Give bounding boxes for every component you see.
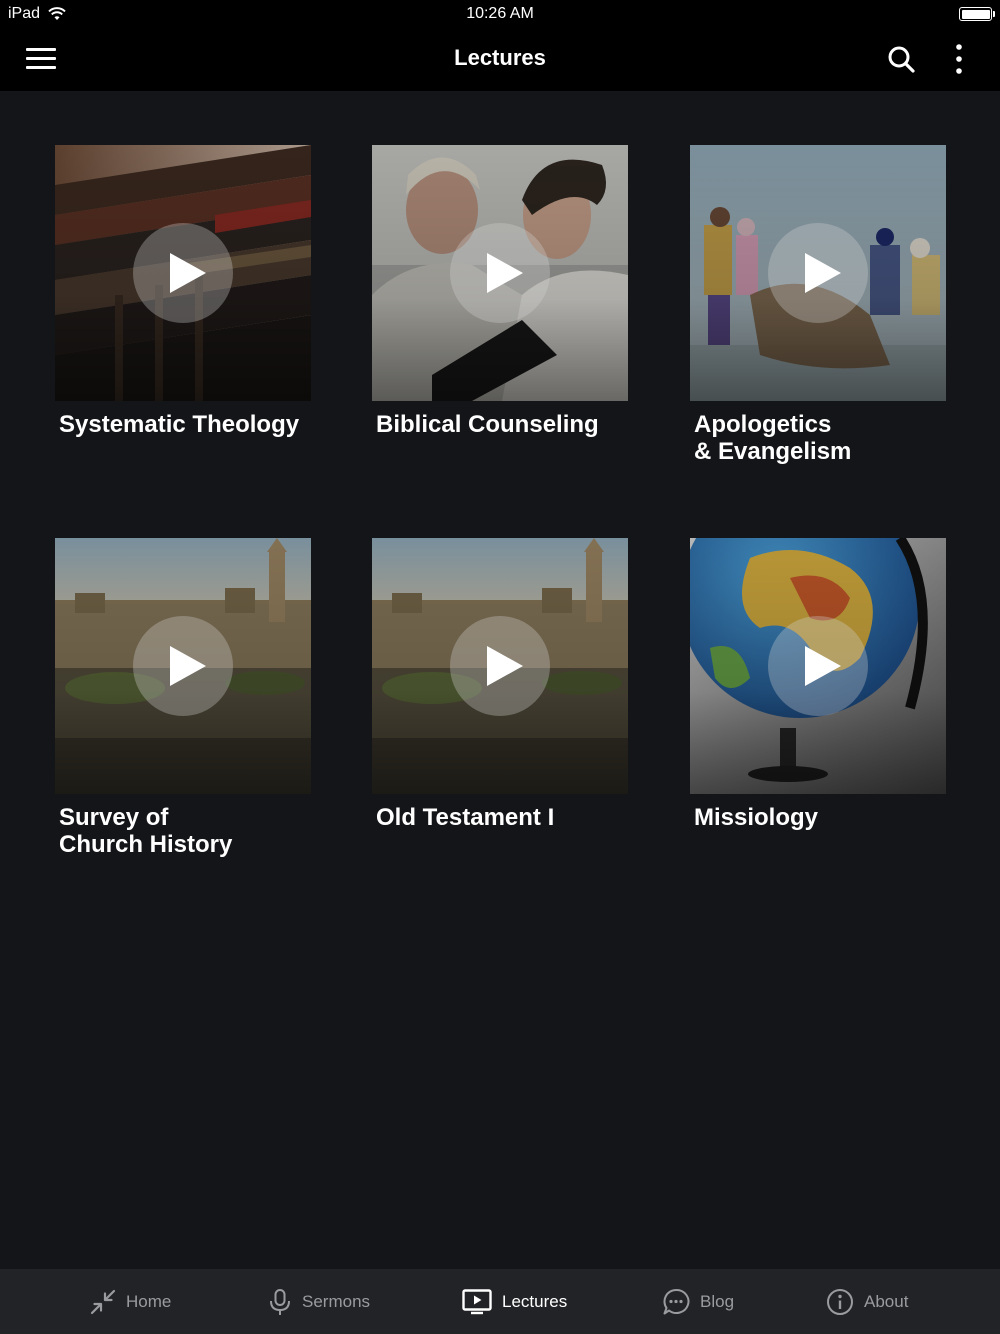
- tab-label: Blog: [700, 1291, 735, 1311]
- lecture-card-missiology[interactable]: Missiology: [690, 538, 946, 831]
- lecture-card-apologetics-evangelism[interactable]: Apologetics & Evangelism: [690, 145, 946, 465]
- play-icon: [487, 253, 523, 293]
- tab-label: Sermons: [302, 1291, 371, 1311]
- video-play-icon: [462, 1288, 492, 1314]
- lecture-thumbnail[interactable]: [372, 145, 628, 401]
- page-title: Lectures: [454, 45, 546, 70]
- tab-about[interactable]: About: [826, 1269, 908, 1334]
- status-time: 10:26 AM: [466, 5, 534, 22]
- play-button[interactable]: [450, 616, 550, 716]
- play-icon: [487, 646, 523, 686]
- lecture-title[interactable]: Biblical Counseling: [376, 411, 636, 438]
- lecture-card-systematic-theology[interactable]: Systematic Theology: [55, 145, 311, 438]
- play-icon: [170, 646, 206, 686]
- battery-icon: [959, 7, 995, 21]
- lecture-thumbnail[interactable]: [372, 538, 628, 794]
- info-circle-icon: [827, 1288, 853, 1315]
- play-icon: [805, 253, 841, 293]
- tab-label: About: [864, 1291, 909, 1311]
- lecture-card-biblical-counseling[interactable]: Biblical Counseling: [372, 145, 628, 438]
- microphone-icon: [270, 1288, 290, 1315]
- play-button[interactable]: [133, 616, 233, 716]
- lecture-thumbnail[interactable]: [690, 145, 946, 401]
- lecture-title[interactable]: Old Testament I: [376, 804, 636, 831]
- lecture-thumbnail[interactable]: [55, 538, 311, 794]
- lecture-card-church-history[interactable]: Survey of Church History: [55, 538, 311, 858]
- minimize-arrows-icon: [90, 1289, 116, 1314]
- lecture-title[interactable]: Missiology: [694, 804, 954, 831]
- play-button[interactable]: [768, 616, 868, 716]
- play-button[interactable]: [768, 223, 868, 323]
- play-icon: [170, 253, 206, 293]
- more-vertical-icon[interactable]: [948, 43, 970, 75]
- tab-sermons[interactable]: Sermons: [268, 1269, 370, 1334]
- lecture-title[interactable]: Systematic Theology: [59, 411, 319, 438]
- play-button[interactable]: [450, 223, 550, 323]
- app-bar: Lectures: [0, 28, 1000, 91]
- play-icon: [805, 646, 841, 686]
- lecture-card-old-testament[interactable]: Old Testament I: [372, 538, 628, 831]
- lecture-thumbnail[interactable]: [690, 538, 946, 794]
- tab-label: Lectures: [502, 1291, 568, 1311]
- status-bar: iPad 10:26 AM: [0, 0, 1000, 28]
- search-icon[interactable]: [886, 44, 916, 74]
- lecture-title[interactable]: Apologetics & Evangelism: [694, 411, 954, 465]
- tab-label: Home: [126, 1291, 172, 1311]
- tab-lectures[interactable]: Lectures: [462, 1269, 567, 1334]
- lecture-title[interactable]: Survey of Church History: [59, 804, 319, 858]
- play-button[interactable]: [133, 223, 233, 323]
- chat-bubble-icon: [663, 1288, 690, 1314]
- tab-home[interactable]: Home: [90, 1269, 171, 1334]
- tab-bar: Home Sermons Lectures Blog About: [0, 1269, 1000, 1334]
- lecture-thumbnail[interactable]: [55, 145, 311, 401]
- tab-blog[interactable]: Blog: [662, 1269, 734, 1334]
